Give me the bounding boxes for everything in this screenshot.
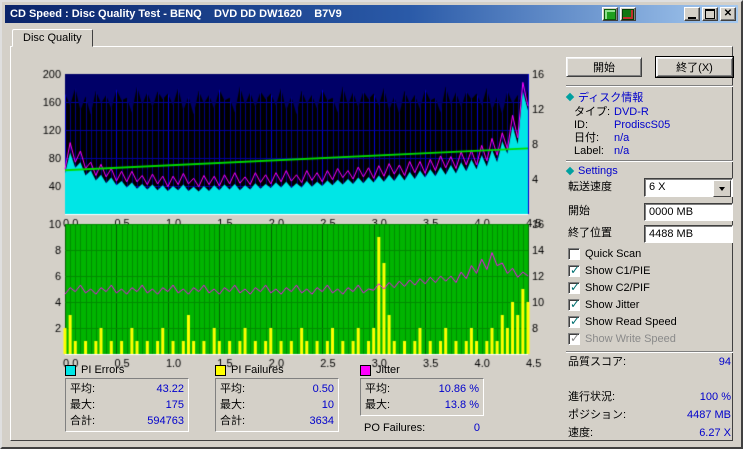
exit-button[interactable]: 終了(X) xyxy=(655,56,734,78)
progress-row: 進行状況: 100 % xyxy=(568,391,731,403)
window-title: CD Speed : Disc Quality Test - BENQ DVD … xyxy=(10,8,342,20)
quality-score-row: 品質スコア: 94 xyxy=(568,356,731,368)
close-icon: ✕ xyxy=(723,8,733,19)
total-label: 合計: xyxy=(220,415,246,427)
position-row: ポジション: 4487 MB xyxy=(568,409,731,421)
max-label: 最大: xyxy=(220,399,246,411)
tab-disc-quality[interactable]: Disc Quality xyxy=(12,29,93,47)
pi-errors-stats: PI Errors 平均: 43.22 最大: 175 合計: 594763 xyxy=(65,363,189,432)
speed-select-value: 6 X xyxy=(649,181,666,193)
titlebar-save-tool-button[interactable] xyxy=(620,7,636,21)
po-failures-row: PO Failures: 0 xyxy=(360,420,484,436)
tab-page: PI Errors 平均: 43.22 最大: 175 合計: 594763 PI F… xyxy=(10,46,734,441)
max-value: 10 xyxy=(321,399,334,411)
speed-select[interactable]: 6 X xyxy=(644,178,733,197)
divider xyxy=(566,85,733,87)
total-value: 3634 xyxy=(309,415,334,427)
speed-value: 6.27 X xyxy=(699,427,731,439)
disc-info-header: ディスク情報 xyxy=(565,90,643,104)
checkbox-box[interactable] xyxy=(568,263,580,277)
diamond-icon xyxy=(565,92,575,101)
disc-date-row: 日付: n/a xyxy=(574,132,630,144)
pi-failures-stats: PI Failures 平均: 0.50 最大: 10 合計: 3634 xyxy=(215,363,339,432)
quality-charts xyxy=(13,55,548,371)
disc-id-row: ID: ProdiscS05 xyxy=(574,119,671,131)
avg-label: 平均: xyxy=(70,383,96,395)
jitter-box: 平均: 10.86 % 最大: 13.8 % xyxy=(360,378,484,416)
checkbox-box[interactable] xyxy=(568,297,580,311)
minimize-icon xyxy=(688,16,696,19)
max-value: 13.8 % xyxy=(444,399,479,411)
pi-failures-swatch xyxy=(215,364,226,376)
titlebar-disc-tool-button[interactable] xyxy=(602,7,618,21)
avg-value: 43.22 xyxy=(156,383,184,395)
max-value: 175 xyxy=(165,399,184,411)
disc-tool-icon xyxy=(604,8,616,20)
checkbox-show-c1-pie[interactable]: Show C1/PIE xyxy=(568,263,733,278)
pi-failures-title: PI Failures xyxy=(231,364,284,376)
checkbox-show-read-speed[interactable]: Show Read Speed xyxy=(568,314,733,329)
progress-value: 100 % xyxy=(699,391,731,403)
jitter-title: Jitter xyxy=(376,364,400,376)
close-button[interactable]: ✕ xyxy=(720,7,736,21)
jitter-swatch xyxy=(360,364,371,376)
jitter-stats: Jitter 平均: 10.86 % 最大: 13.8 % PO Failures:… xyxy=(360,363,484,436)
quality-score-value: 94 xyxy=(718,356,731,368)
max-label: 最大: xyxy=(365,399,391,411)
checkbox-show-c2-pif[interactable]: Show C2/PIF xyxy=(568,280,733,295)
pi-errors-swatch xyxy=(65,364,76,376)
titlebar[interactable]: CD Speed : Disc Quality Test - BENQ DVD … xyxy=(5,5,738,23)
checkbox-quick-scan[interactable]: Quick Scan xyxy=(568,247,733,261)
start-position-field[interactable] xyxy=(644,203,733,221)
app-window: CD Speed : Disc Quality Test - BENQ DVD … xyxy=(0,0,743,449)
maximize-icon xyxy=(705,9,715,19)
total-label: 合計: xyxy=(70,415,96,427)
po-failures-label: PO Failures: xyxy=(364,422,426,434)
divider xyxy=(566,160,733,162)
checkbox-show-write-speed: Show Write Speed xyxy=(568,331,733,346)
divider xyxy=(566,351,733,353)
checkbox-show-jitter[interactable]: Show Jitter xyxy=(568,297,733,312)
disc-label-row: Label: n/a xyxy=(574,145,630,157)
end-position-field[interactable] xyxy=(644,225,733,243)
diamond-icon xyxy=(565,166,575,175)
disc-type-row: タイプ: DVD-R xyxy=(574,106,649,118)
speed-row: 速度: 6.27 X xyxy=(568,427,731,439)
position-value: 4487 MB xyxy=(686,409,731,421)
checkbox-box[interactable] xyxy=(568,248,580,260)
minimize-button[interactable] xyxy=(684,7,700,21)
dropdown-button[interactable] xyxy=(713,180,731,197)
avg-label: 平均: xyxy=(220,383,246,395)
checkbox-box xyxy=(568,331,580,345)
maximize-button[interactable] xyxy=(702,7,718,21)
pi-errors-box: 平均: 43.22 最大: 175 合計: 594763 xyxy=(65,378,189,432)
po-failures-value: 0 xyxy=(473,422,480,434)
checkbox-box[interactable] xyxy=(568,280,580,294)
start-button[interactable]: 開始 xyxy=(566,57,642,77)
chevron-down-icon xyxy=(719,186,725,191)
settings-header: Settings xyxy=(565,164,618,177)
pi-errors-title: PI Errors xyxy=(81,364,125,376)
avg-value: 0.50 xyxy=(312,383,334,395)
avg-value: 10.86 % xyxy=(438,383,479,395)
pi-failures-box: 平均: 0.50 最大: 10 合計: 3634 xyxy=(215,378,339,432)
avg-label: 平均: xyxy=(365,383,391,395)
checkbox-box[interactable] xyxy=(568,314,580,328)
max-label: 最大: xyxy=(70,399,96,411)
save-tool-icon xyxy=(622,8,634,20)
total-value: 594763 xyxy=(147,415,184,427)
